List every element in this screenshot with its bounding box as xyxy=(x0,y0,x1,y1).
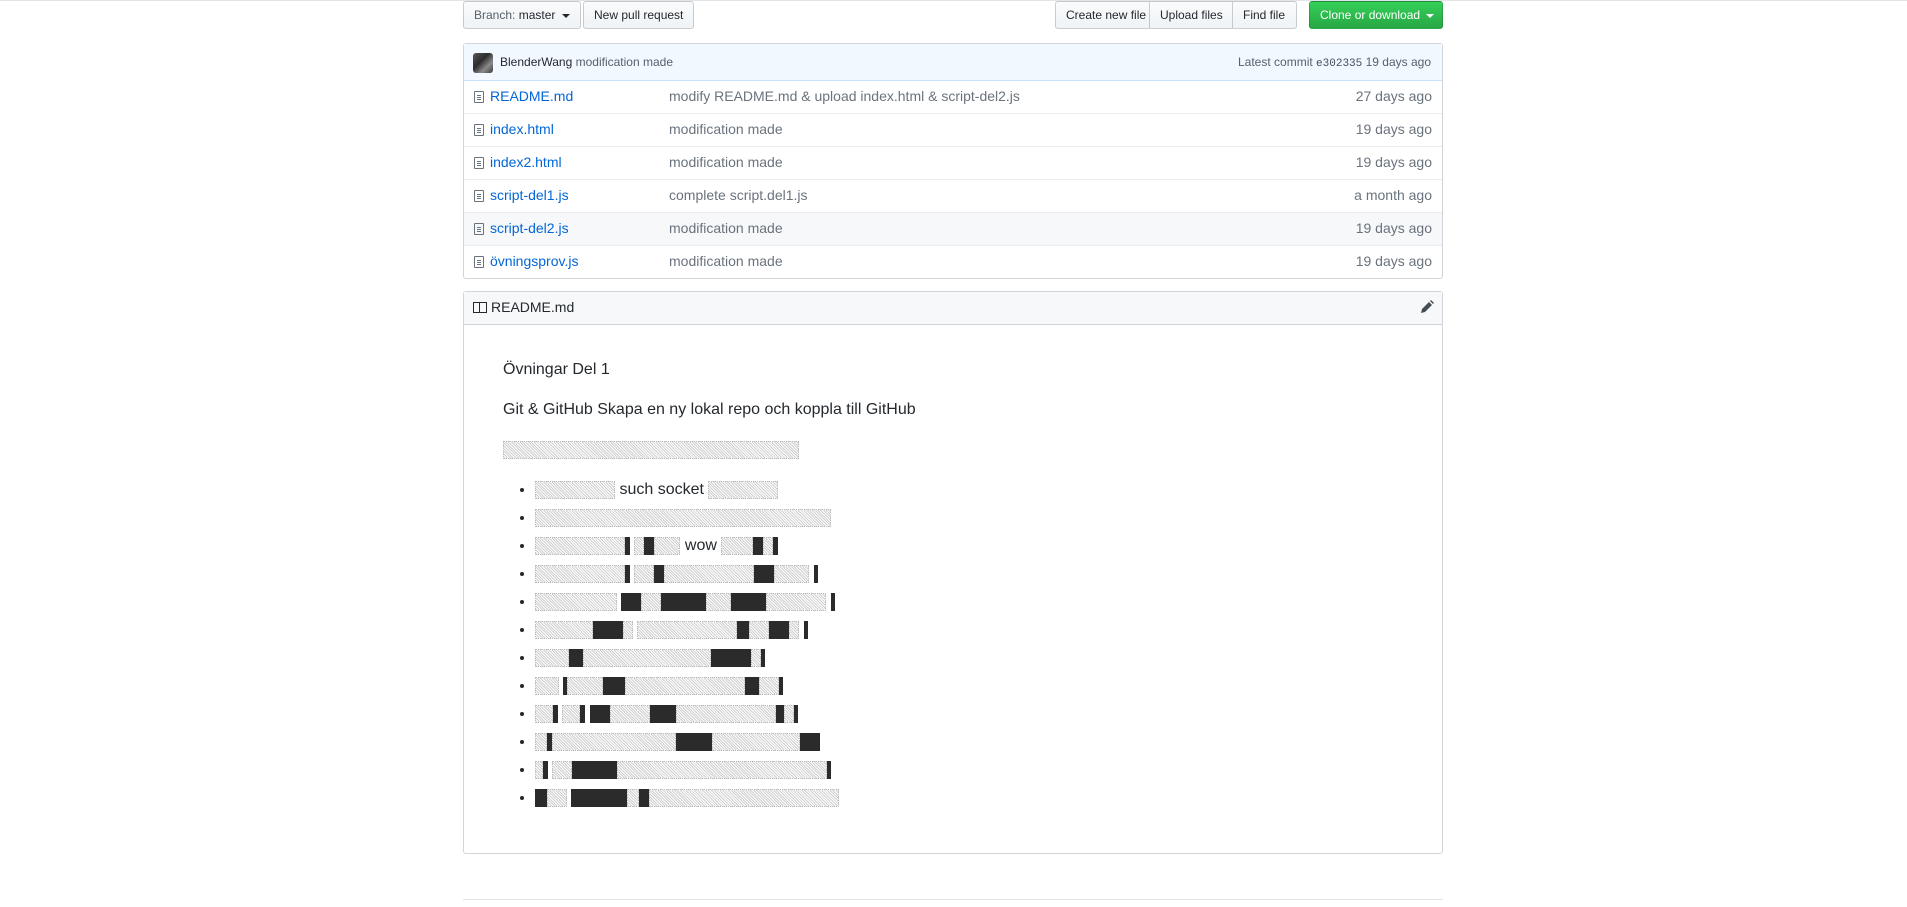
list-item xyxy=(535,619,1403,641)
readme-body: Övningar Del 1 Git & GitHub Skapa en ny … xyxy=(464,325,1442,809)
file-commit-message[interactable]: modification made xyxy=(669,253,783,269)
readme-subheading: Git & GitHub Skapa en ny lokal repo och … xyxy=(503,401,916,418)
list-item xyxy=(535,787,1403,809)
list-item: such socket xyxy=(535,479,1403,501)
upload-files-button[interactable]: Upload files xyxy=(1149,1,1233,29)
commit-author[interactable]: BlenderWang xyxy=(500,55,572,69)
file-list: BlenderWang modification made Latest com… xyxy=(463,43,1443,279)
file-age: 19 days ago xyxy=(1355,253,1432,269)
chevron-down-icon xyxy=(561,13,570,18)
commit-sha[interactable]: e302335 xyxy=(1316,58,1362,70)
file-commit-message[interactable]: complete script.del1.js xyxy=(669,187,808,203)
file-name-link[interactable]: script-del2.js xyxy=(490,220,569,236)
file-navigation-toolbar: Branch: master New pull request Create n… xyxy=(463,1,1443,29)
latest-commit-bar: BlenderWang modification made Latest com… xyxy=(464,44,1442,81)
clone-or-download-label: Clone or download xyxy=(1320,8,1421,22)
new-pull-request-button[interactable]: New pull request xyxy=(583,1,695,29)
file-commit-message[interactable]: modification made xyxy=(669,220,783,236)
file-age: 19 days ago xyxy=(1355,121,1432,137)
list-item xyxy=(535,675,1403,697)
file-icon xyxy=(474,190,484,202)
clone-or-download-button[interactable]: Clone or download xyxy=(1309,1,1443,29)
repo-content: Branch: master New pull request Create n… xyxy=(463,1,1443,854)
readme-heading: Övningar Del 1 xyxy=(503,361,610,378)
file-commit-message[interactable]: modification made xyxy=(669,154,783,170)
readme-title: README.md xyxy=(491,299,575,315)
list-item xyxy=(535,563,1403,585)
file-name-link[interactable]: README.md xyxy=(490,88,573,104)
file-icon xyxy=(474,157,484,169)
book-icon xyxy=(473,302,487,313)
broken-image xyxy=(503,440,799,459)
branch-name: master xyxy=(518,8,556,22)
table-row: index.html modification made 19 days ago xyxy=(464,113,1442,146)
file-age: 19 days ago xyxy=(1355,154,1432,170)
commit-age: 19 days ago xyxy=(1365,55,1431,69)
latest-commit-label: Latest commit xyxy=(1238,55,1313,69)
create-new-file-button[interactable]: Create new file xyxy=(1055,1,1150,29)
file-icon xyxy=(474,91,484,103)
list-item-text: such socket xyxy=(619,481,704,498)
pencil-icon[interactable] xyxy=(1418,298,1434,316)
list-item xyxy=(535,591,1403,613)
file-name-link[interactable]: index2.html xyxy=(490,154,562,170)
list-item xyxy=(535,647,1403,669)
file-age: 27 days ago xyxy=(1355,88,1432,104)
file-commit-message[interactable]: modification made xyxy=(669,121,783,137)
list-item xyxy=(535,703,1403,725)
chevron-down-icon xyxy=(1426,13,1435,18)
readme-header: README.md xyxy=(464,292,1442,325)
table-row: övningsprov.js modification made 19 days… xyxy=(464,245,1442,278)
find-file-button[interactable]: Find file xyxy=(1232,1,1297,29)
table-row: README.md modify README.md & upload inde… xyxy=(464,81,1442,113)
avatar[interactable] xyxy=(473,53,493,73)
branch-select-button[interactable]: Branch: master xyxy=(463,1,581,29)
branch-prefix: Branch: xyxy=(474,8,516,22)
readme-panel: README.md Övningar Del 1 Git & GitHub Sk… xyxy=(463,291,1443,854)
readme-image-placeholder xyxy=(503,439,1403,461)
readme-list: such socket wow xyxy=(503,479,1403,809)
commit-author-line: BlenderWang modification made xyxy=(500,55,673,69)
file-icon xyxy=(474,124,484,136)
file-name-link[interactable]: index.html xyxy=(490,121,554,137)
bottom-divider xyxy=(463,899,1443,900)
table-row: script-del2.js modification made 19 days… xyxy=(464,212,1442,245)
file-age: 19 days ago xyxy=(1355,220,1432,236)
file-icon xyxy=(474,256,484,268)
list-item: wow xyxy=(535,535,1403,557)
file-name-link[interactable]: övningsprov.js xyxy=(490,253,578,269)
file-icon xyxy=(474,223,484,235)
list-item xyxy=(535,507,1403,529)
commit-meta: Latest commit e302335 19 days ago xyxy=(1238,55,1431,70)
table-row: index2.html modification made 19 days ag… xyxy=(464,146,1442,179)
commit-message[interactable]: modification made xyxy=(576,55,673,69)
list-item-text: wow xyxy=(684,537,717,554)
file-commit-message[interactable]: modify README.md & upload index.html & s… xyxy=(669,88,1020,104)
file-age: a month ago xyxy=(1354,187,1432,203)
file-name-link[interactable]: script-del1.js xyxy=(490,187,569,203)
table-row: script-del1.js complete script.del1.js a… xyxy=(464,179,1442,212)
list-item xyxy=(535,731,1403,753)
file-rows: README.md modify README.md & upload inde… xyxy=(464,81,1442,278)
list-item xyxy=(535,759,1403,781)
